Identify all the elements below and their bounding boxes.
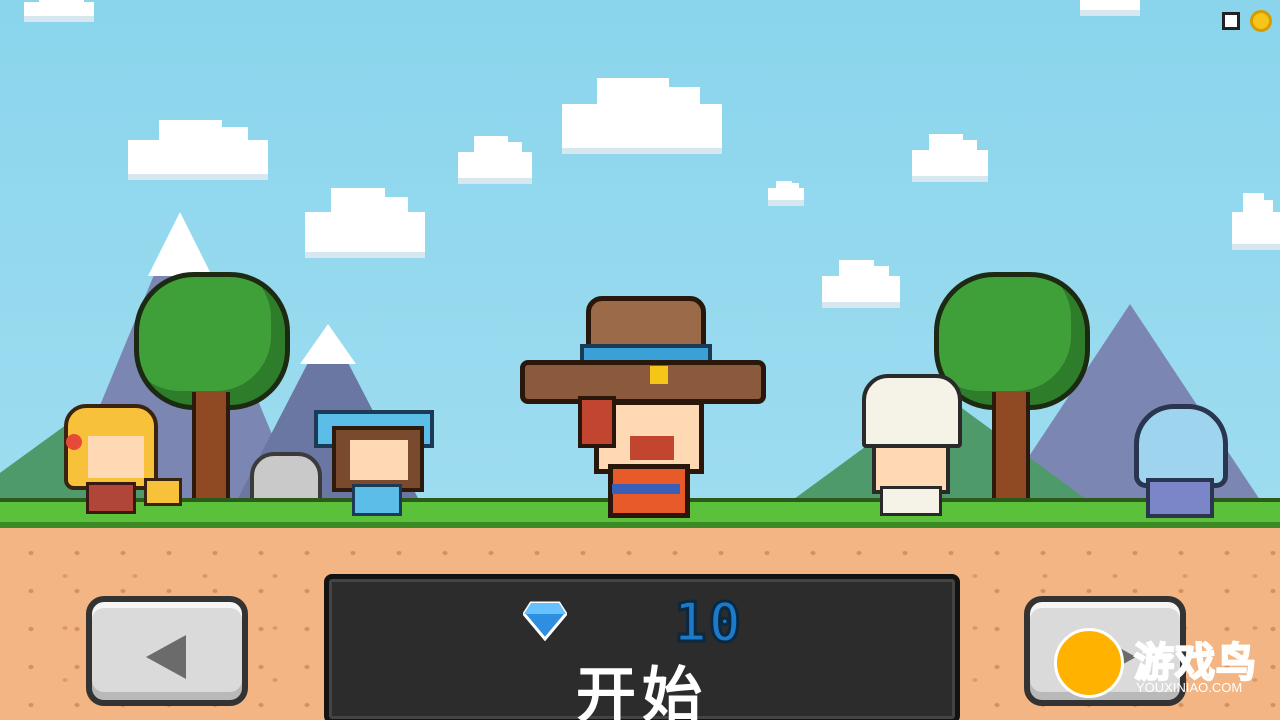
- character-cowboy[interactable]: [520, 296, 766, 518]
- character-blue-bandana-girl[interactable]: [306, 404, 434, 516]
- cloud: [305, 188, 425, 252]
- hat-brim: [520, 360, 766, 404]
- start-panel: 10 开始: [324, 574, 960, 720]
- beard: [630, 436, 674, 460]
- character-chef[interactable]: [856, 374, 962, 516]
- tree-trunk: [192, 392, 230, 504]
- cloud: [562, 77, 722, 148]
- body: [1146, 478, 1214, 518]
- left-arrow-icon: [146, 635, 186, 679]
- character-astronaut[interactable]: [1128, 404, 1228, 518]
- face: [350, 440, 408, 480]
- body: [880, 486, 942, 516]
- start-button[interactable]: 开始: [329, 647, 955, 720]
- prev-character-button[interactable]: [86, 596, 248, 706]
- mountain-snow: [300, 324, 356, 364]
- body: [86, 482, 136, 514]
- character-blonde-girl[interactable]: [58, 404, 182, 514]
- cloud: [24, 0, 94, 16]
- cloud: [768, 180, 804, 200]
- flower-icon: [66, 434, 82, 450]
- hair: [578, 396, 616, 448]
- game-scene: 10 开始 游戏鸟 YOUXINIAO.COM: [0, 0, 1280, 720]
- coin-icon[interactable]: [1250, 10, 1272, 32]
- cloud: [128, 119, 268, 174]
- ponytail: [144, 478, 182, 506]
- chef-hat: [862, 374, 962, 448]
- tree-crown: [134, 272, 290, 410]
- tree-trunk: [992, 392, 1030, 504]
- cloud: [458, 136, 532, 178]
- belt: [612, 484, 680, 494]
- gem-count: 10: [672, 590, 744, 656]
- cloud: [822, 260, 900, 302]
- face: [88, 436, 144, 478]
- helmet: [1134, 404, 1228, 488]
- diamond-gem-icon: [523, 601, 567, 641]
- mountain-snow: [148, 212, 212, 276]
- bird-logo-icon: [1054, 628, 1124, 698]
- window-icon[interactable]: [1222, 12, 1240, 30]
- body: [352, 484, 402, 516]
- cloud: [1232, 192, 1280, 244]
- watermark-url: YOUXINIAO.COM: [1136, 680, 1243, 695]
- star-badge-icon: [650, 366, 668, 384]
- cloud: [912, 134, 988, 176]
- cloud: [1080, 0, 1140, 10]
- watermark-logo: 游戏鸟 YOUXINIAO.COM: [1050, 622, 1270, 712]
